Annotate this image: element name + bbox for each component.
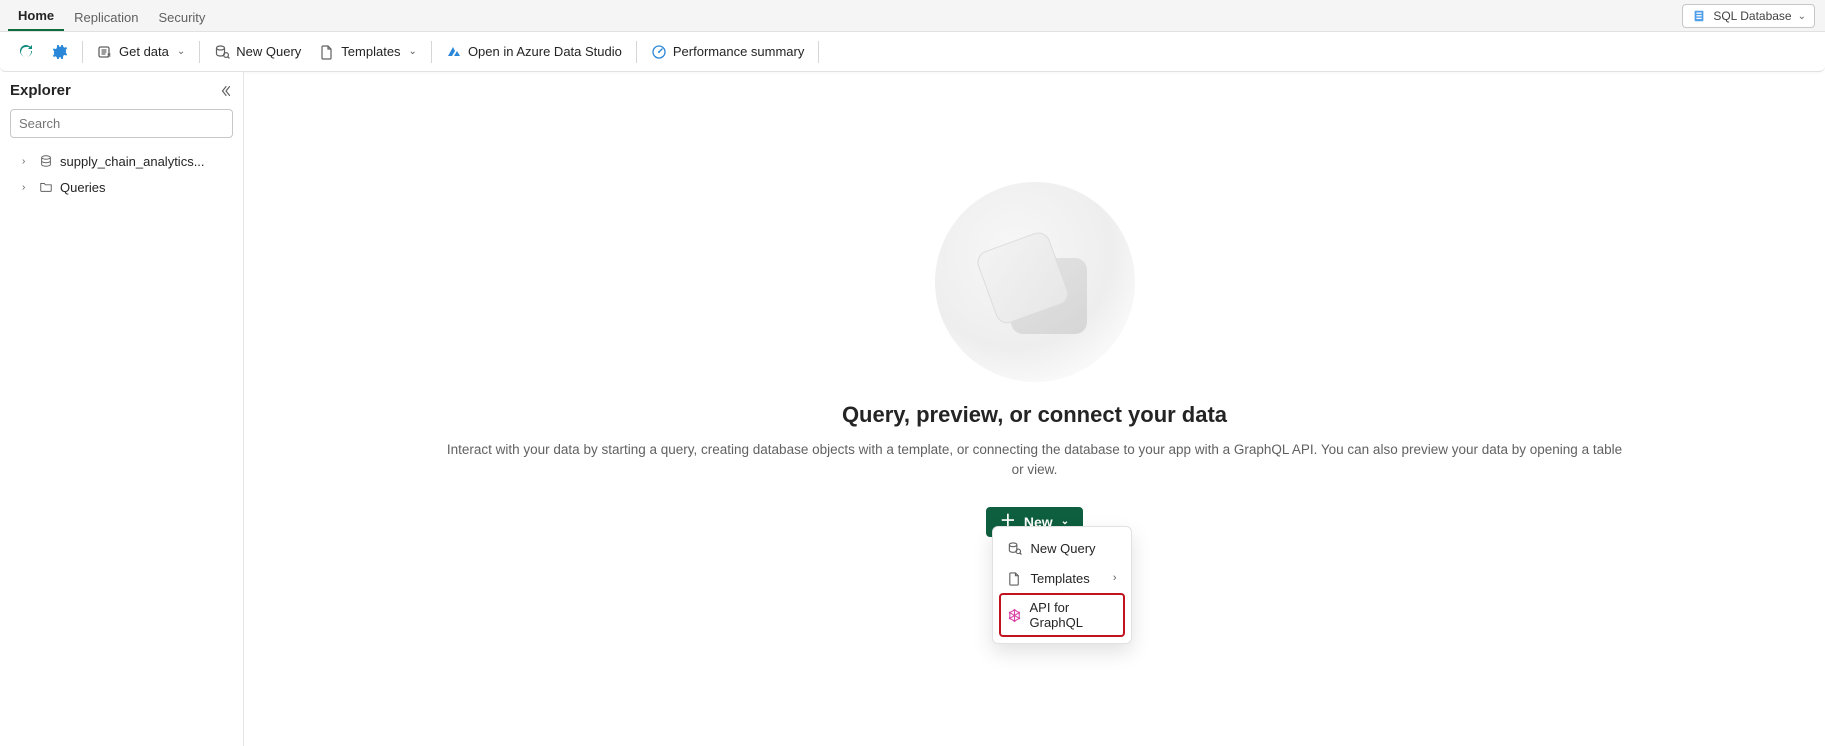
new-query-icon	[1007, 540, 1023, 556]
templates-label: Templates	[341, 44, 400, 59]
get-data-label: Get data	[119, 44, 169, 59]
separator	[636, 41, 637, 63]
tree-item-database[interactable]: › supply_chain_analytics...	[10, 148, 233, 174]
new-query-icon	[214, 44, 230, 60]
templates-icon	[1007, 570, 1023, 586]
top-nav: Home Replication Security SQL Database ⌄	[0, 0, 1825, 32]
resource-type-dropdown[interactable]: SQL Database ⌄	[1682, 4, 1815, 28]
collapse-sidebar-button[interactable]	[219, 84, 233, 98]
get-data-button[interactable]: Get data ⌄	[89, 39, 193, 65]
empty-state-illustration	[935, 182, 1135, 382]
empty-state-description: Interact with your data by starting a qu…	[445, 440, 1625, 481]
tab-replication[interactable]: Replication	[64, 4, 148, 31]
dropdown-item-label: New Query	[1031, 541, 1096, 556]
refresh-icon	[18, 44, 34, 60]
explorer-title: Explorer	[10, 82, 71, 99]
chevron-down-icon: ⌄	[409, 46, 417, 57]
performance-summary-button[interactable]: Performance summary	[643, 39, 812, 65]
separator	[431, 41, 432, 63]
dropdown-item-templates[interactable]: Templates ›	[999, 563, 1125, 593]
folder-icon	[38, 179, 54, 195]
database-icon	[38, 153, 54, 169]
chevron-right-icon: ›	[1113, 572, 1117, 584]
separator	[82, 41, 83, 63]
tree-item-label: supply_chain_analytics...	[60, 154, 205, 169]
dropdown-item-label: API for GraphQL	[1030, 600, 1117, 630]
sql-database-icon	[1691, 8, 1707, 24]
performance-icon	[651, 44, 667, 60]
dropdown-item-new-query[interactable]: New Query	[999, 533, 1125, 563]
separator	[199, 41, 200, 63]
new-dropdown: New Query Templates ›	[992, 526, 1132, 644]
main: Explorer › supply_chain_analytics... › Q…	[0, 72, 1825, 746]
chevron-down-icon: ⌄	[1798, 11, 1806, 22]
performance-summary-label: Performance summary	[673, 44, 804, 59]
tab-home[interactable]: Home	[8, 2, 64, 31]
get-data-icon	[97, 44, 113, 60]
explorer-sidebar: Explorer › supply_chain_analytics... › Q…	[0, 72, 244, 746]
gear-icon	[52, 44, 68, 60]
templates-button[interactable]: Templates ⌄	[311, 39, 425, 65]
templates-icon	[319, 44, 335, 60]
new-query-label: New Query	[236, 44, 301, 59]
dropdown-item-label: Templates	[1031, 571, 1090, 586]
settings-button[interactable]	[44, 39, 76, 65]
tree-item-label: Queries	[60, 180, 106, 195]
explorer-header: Explorer	[10, 82, 233, 99]
chevron-right-icon: ›	[22, 156, 32, 167]
search-input[interactable]	[10, 109, 233, 138]
new-query-button[interactable]: New Query	[206, 39, 309, 65]
empty-state: Query, preview, or connect your data Int…	[445, 182, 1625, 537]
open-azure-data-studio-button[interactable]: Open in Azure Data Studio	[438, 39, 630, 65]
tree-item-queries[interactable]: › Queries	[10, 174, 233, 200]
chevron-right-icon: ›	[22, 182, 32, 193]
azure-data-studio-icon	[446, 44, 462, 60]
resource-type-label: SQL Database	[1713, 9, 1791, 23]
toolbar: Get data ⌄ New Query Templates ⌄ Open in…	[0, 32, 1825, 72]
open-azure-label: Open in Azure Data Studio	[468, 44, 622, 59]
tab-security[interactable]: Security	[148, 4, 215, 31]
content-area: Query, preview, or connect your data Int…	[244, 72, 1825, 746]
refresh-button[interactable]	[10, 39, 42, 65]
explorer-tree: › supply_chain_analytics... › Queries	[10, 148, 233, 200]
separator	[818, 41, 819, 63]
empty-state-heading: Query, preview, or connect your data	[445, 402, 1625, 428]
chevron-down-icon: ⌄	[177, 46, 185, 57]
graphql-icon	[1007, 607, 1022, 623]
dropdown-item-api-graphql[interactable]: API for GraphQL	[999, 593, 1125, 637]
